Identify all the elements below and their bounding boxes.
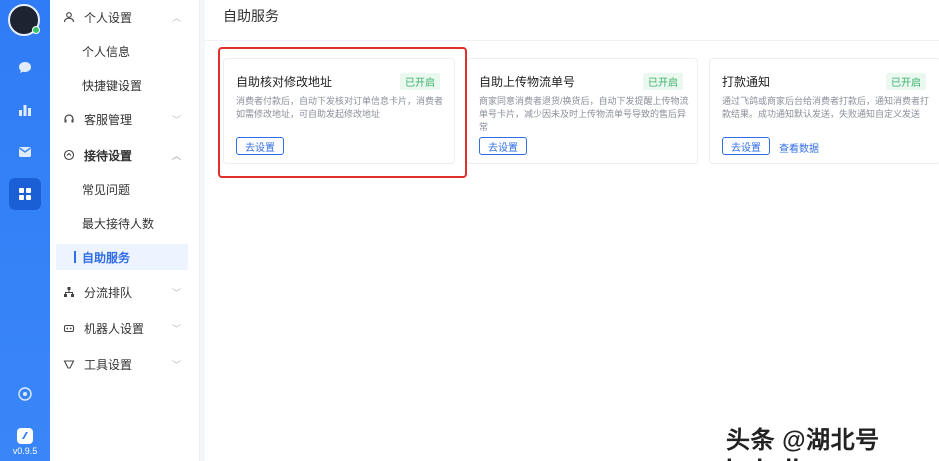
online-status-dot (32, 26, 40, 34)
robot-icon (62, 321, 76, 335)
watermark: 头条 @湖北号 hubeihong.com (726, 427, 911, 461)
menu-label: 机器人设置 (84, 321, 145, 336)
menu-label: 常见问题 (82, 182, 131, 197)
card-title: 打款通知 (722, 75, 771, 89)
menu-label: 个人设置 (84, 10, 133, 25)
active-indicator (74, 251, 76, 263)
version-label: v0.9.5 (12, 446, 38, 456)
chat-icon[interactable] (9, 52, 41, 84)
apps-icon[interactable] (9, 178, 41, 210)
chevron-down-icon: ﹀ (172, 114, 182, 125)
card-payment-notice: 打款通知 已开启 通过飞鸽或商家后台给消费者打款后，通知消费者打款结果。成功通知… (709, 58, 939, 164)
menu-label: 最大接待人数 (82, 216, 155, 231)
divider (205, 40, 939, 41)
avatar[interactable] (8, 4, 40, 36)
chevron-up-icon: ︿ (172, 12, 182, 23)
card-description: 通过飞鸽或商家后台给消费者打款后，通知消费者打款结果。成功通知默认发送，失败通知… (722, 96, 930, 119)
tag-icon (62, 357, 76, 371)
chart-icon[interactable] (9, 94, 41, 126)
menu-label: 个人信息 (82, 44, 131, 59)
status-badge: 已开启 (643, 73, 683, 90)
highlight-box (218, 47, 467, 178)
chevron-down-icon: ﹀ (172, 359, 182, 370)
settings-menu: 个人设置 ︿ 个人信息 快捷键设置 客服管理 ﹀ 接待设置 ︿ 常见问题 最大接… (50, 0, 200, 461)
menu-label: 自助服务 (82, 250, 131, 265)
go-settings-button[interactable]: 去设置 (479, 137, 527, 155)
card-description: 商家同意消费者退货/换货后，自动下发提醒上传物流单号卡片，减少因未及时上传物流单… (479, 96, 689, 132)
card-logistics-upload: 自助上传物流单号 已开启 商家同意消费者退货/换货后，自动下发提醒上传物流单号卡… (466, 58, 698, 164)
menu-label: 接待设置 (84, 148, 133, 163)
chevron-down-icon: ﹀ (172, 287, 182, 298)
chevron-down-icon: ﹀ (172, 323, 182, 334)
menu-label: 工具设置 (84, 357, 133, 372)
hierarchy-icon (62, 285, 76, 299)
user-icon (62, 10, 76, 24)
menu-self-service[interactable]: 自助服务 (56, 244, 188, 270)
settings-circle-icon[interactable] (9, 378, 41, 410)
go-settings-button[interactable]: 去设置 (722, 137, 770, 155)
menu-label: 快捷键设置 (82, 78, 143, 93)
view-data-link[interactable]: 查看数据 (779, 140, 819, 155)
chevron-up-icon: ︿ (172, 150, 182, 161)
menu-label: 客服管理 (84, 112, 133, 127)
page-title: 自助服务 (223, 8, 279, 24)
mail-icon[interactable] (9, 136, 41, 168)
status-badge: 已开启 (886, 73, 926, 90)
headset-icon (62, 112, 76, 126)
icon-rail: v0.9.5 (0, 0, 50, 461)
target-icon (62, 148, 76, 162)
menu-label: 分流排队 (84, 285, 133, 300)
card-title: 自助上传物流单号 (479, 75, 576, 89)
